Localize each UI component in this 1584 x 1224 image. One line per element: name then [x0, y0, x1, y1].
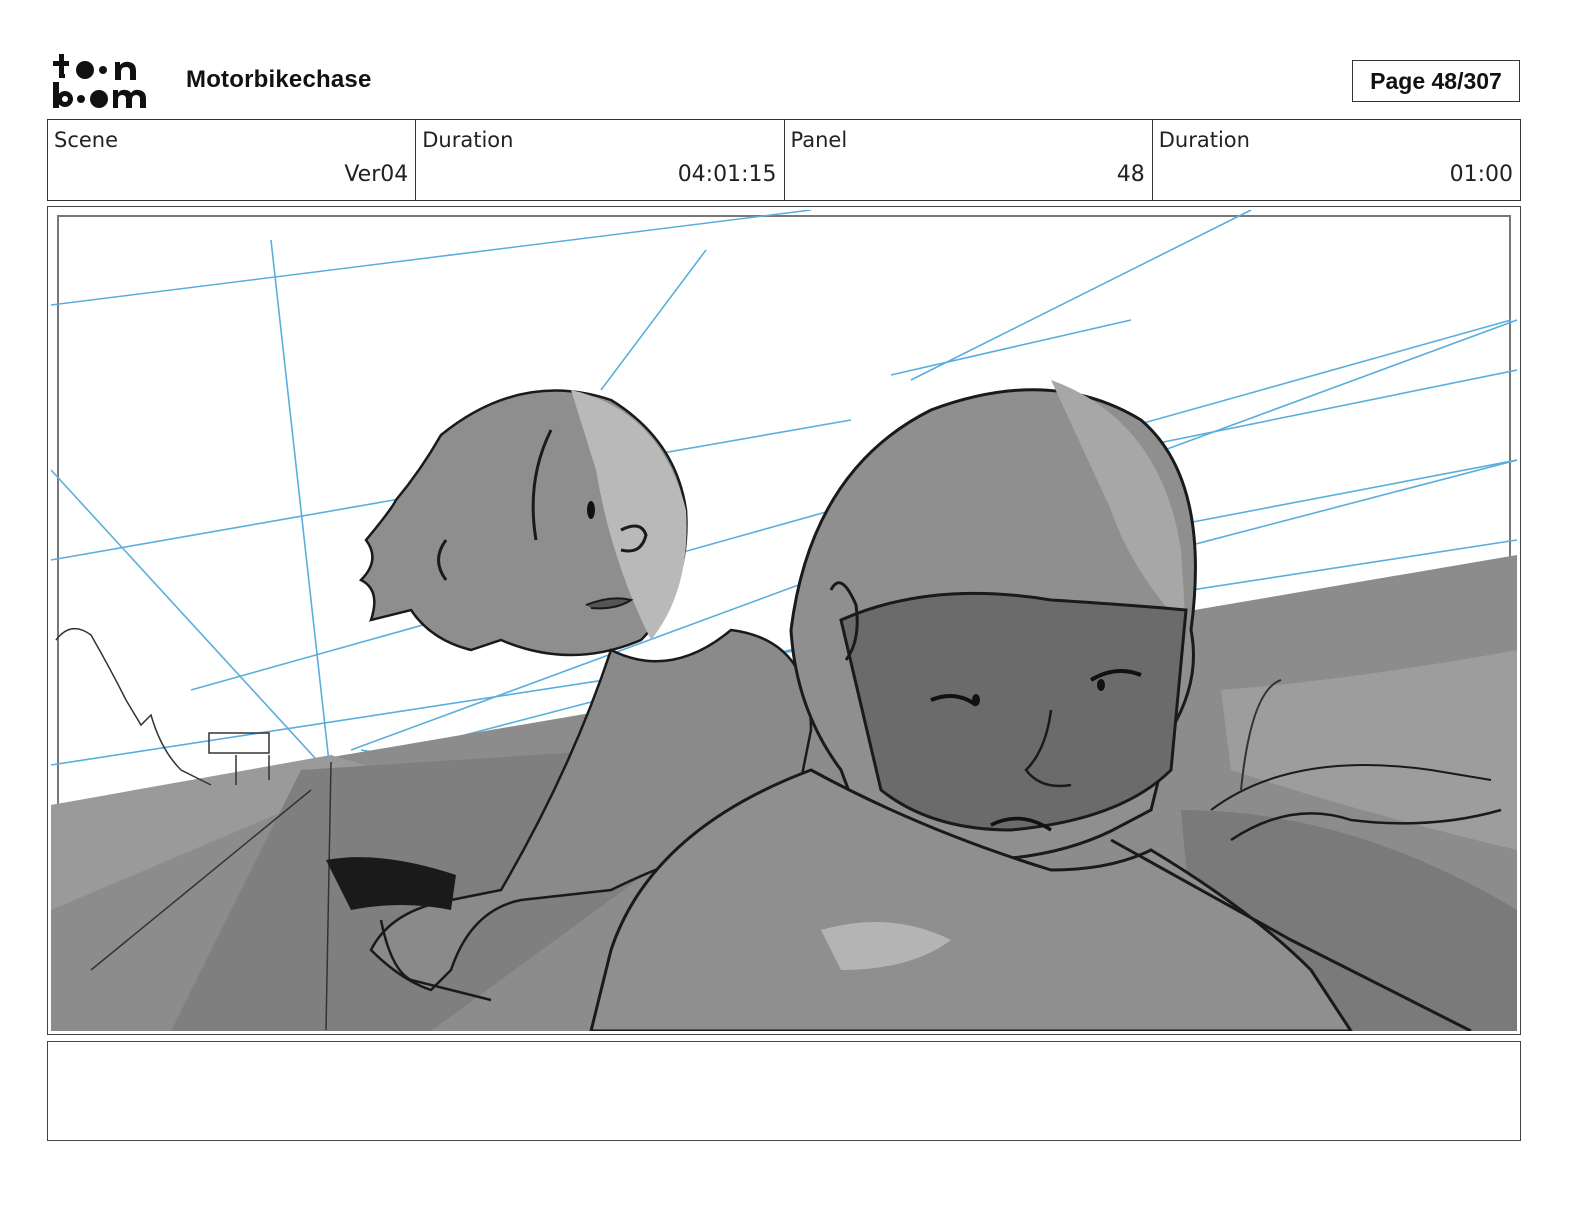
scene-value: Ver04	[344, 162, 409, 187]
panel-value: 48	[1116, 162, 1145, 187]
panel-duration-value: 01:00	[1449, 162, 1513, 187]
storyboard-panel	[47, 206, 1521, 1035]
panel-duration-cell: Duration 01:00	[1153, 120, 1520, 200]
panel-sketch-image	[51, 210, 1517, 1031]
scene-label: Scene	[54, 128, 119, 152]
scene-duration-label: Duration	[422, 128, 514, 152]
project-title: Motorbikechase	[186, 66, 372, 93]
panel-label: Panel	[790, 128, 848, 152]
scene-duration-cell: Duration 04:01:15	[416, 120, 785, 200]
page-indicator: Page 48/307	[1352, 60, 1520, 102]
scene-duration-value: 04:01:15	[677, 162, 777, 187]
panel-cell: Panel 48	[785, 120, 1153, 200]
toonboom-logo	[53, 54, 146, 108]
scene-cell: Scene Ver04	[48, 120, 417, 200]
panel-notes	[47, 1041, 1521, 1141]
panel-duration-label: Duration	[1158, 128, 1250, 152]
scene-info-table: Scene Ver04 Duration 04:01:15 Panel 48 D…	[47, 119, 1521, 201]
